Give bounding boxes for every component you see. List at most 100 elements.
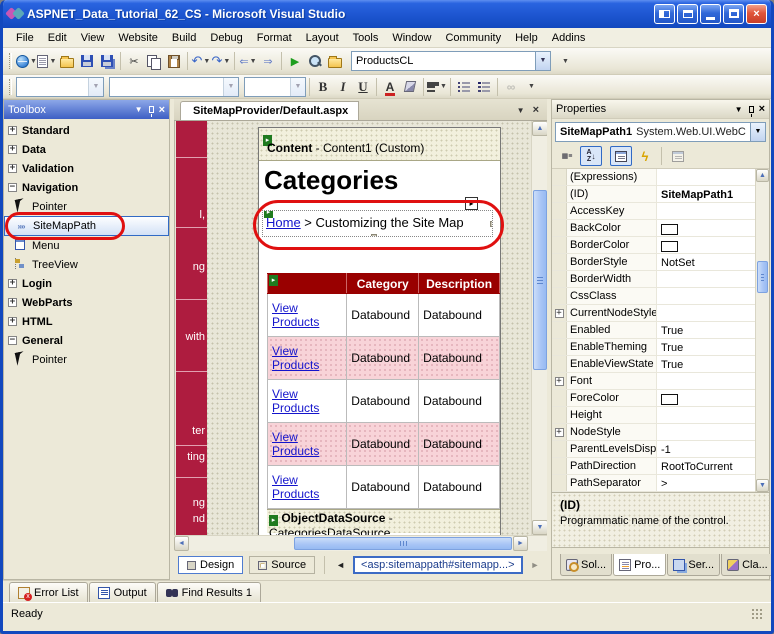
categorized-button[interactable]: ▦≡ (556, 146, 578, 166)
add-new-item-button[interactable]: ▼ (37, 51, 57, 72)
toolbox-group-login[interactable]: +Login (4, 274, 169, 293)
navigate-forward-button[interactable]: ⇒ (258, 51, 278, 72)
property-row-currentnodestyle[interactable]: +CurrentNodeStyle (552, 305, 769, 322)
properties-header[interactable]: Properties ▼ × (552, 100, 769, 119)
property-row-enabled[interactable]: EnabledTrue (552, 322, 769, 339)
maximize-button[interactable] (723, 4, 744, 24)
resize-handle[interactable] (371, 234, 377, 237)
scroll-left-icon[interactable]: ◄ (174, 536, 189, 551)
copy-button[interactable] (144, 51, 164, 72)
menu-help[interactable]: Help (508, 30, 545, 46)
expand-icon[interactable]: + (8, 164, 17, 173)
tag-navigator-right-icon[interactable]: ► (529, 560, 542, 570)
toolbox-group-standard[interactable]: +Standard (4, 121, 169, 140)
property-row-pathseparator[interactable]: PathSeparator> (552, 475, 769, 492)
open-containing-button[interactable] (325, 51, 345, 72)
menu-file[interactable]: File (9, 30, 41, 46)
tab-list-icon[interactable]: ▼ (517, 106, 525, 115)
menu-build[interactable]: Build (165, 30, 203, 46)
toolbox-group-html[interactable]: +HTML (4, 312, 169, 331)
close-icon[interactable]: × (759, 103, 765, 115)
bold-button[interactable]: B (313, 76, 333, 97)
underline-button[interactable]: U (353, 76, 373, 97)
window-position-icon[interactable]: ▼ (135, 105, 143, 114)
open-file-button[interactable] (57, 51, 77, 72)
menu-debug[interactable]: Debug (203, 30, 249, 46)
window-position-icon[interactable]: ▼ (735, 105, 743, 114)
tab-find-results[interactable]: Find Results 1 (157, 582, 261, 602)
scroll-down-icon[interactable]: ▼ (756, 479, 769, 492)
gridview-control[interactable]: ▸ Category Description View Products Dat… (267, 273, 500, 509)
property-row-borderstyle[interactable]: BorderStyleNotSet (552, 254, 769, 271)
tab-properties[interactable]: Pro... (613, 554, 666, 576)
events-button[interactable]: ϟ (634, 146, 656, 166)
scroll-up-icon[interactable]: ▲ (756, 169, 769, 182)
scroll-up-icon[interactable]: ▲ (532, 121, 547, 136)
target-rule-combobox[interactable]: ▼ (16, 77, 104, 97)
property-row-nodestyle[interactable]: +NodeStyle (552, 424, 769, 441)
menu-view[interactable]: View (74, 30, 112, 46)
numbered-list-button[interactable] (474, 76, 494, 97)
toolbox-group-general[interactable]: −General (4, 331, 169, 350)
alphabetical-button[interactable]: AZ↓ (580, 146, 602, 166)
property-row-parentlevelsdisplayed[interactable]: ParentLevelsDispl-1 (552, 441, 769, 458)
toolbox-item-pointer-general[interactable]: Pointer (4, 350, 169, 369)
tab-class-view[interactable]: Cla... (721, 554, 774, 576)
scrollbar-thumb[interactable] (533, 190, 547, 370)
property-row-expressions[interactable]: (Expressions) (552, 169, 769, 186)
toolbox-item-treeview[interactable]: TreeView (4, 255, 169, 274)
content-placeholder[interactable]: ▸ Content - Content1 (Custom) Categories… (258, 127, 501, 535)
minimize-button[interactable] (700, 4, 721, 24)
view-products-link[interactable]: View Products (272, 344, 319, 372)
hyperlink-button[interactable]: ∞ (501, 76, 521, 97)
property-row-forecolor[interactable]: ForeColor (552, 390, 769, 407)
save-all-button[interactable] (97, 51, 117, 72)
toolbar-grip[interactable] (9, 79, 12, 95)
paste-button[interactable] (164, 51, 184, 72)
menu-addins[interactable]: Addins (545, 30, 593, 46)
property-row-enabletheming[interactable]: EnableThemingTrue (552, 339, 769, 356)
toolbox-item-sitemappath[interactable]: »»SiteMapPath (4, 216, 169, 236)
tab-server-explorer[interactable]: Ser... (667, 554, 720, 576)
object-selector-combobox[interactable]: SiteMapPath1 System.Web.UI.WebC ▼ (555, 122, 766, 142)
close-document-icon[interactable]: × (533, 104, 539, 116)
menu-format[interactable]: Format (250, 30, 299, 46)
design-surface[interactable]: l, ng with ter ting ng nd ▸ Content - Co… (174, 121, 547, 535)
title-bar[interactable]: ASPNET_Data_Tutorial_62_CS - Microsoft V… (3, 0, 771, 28)
property-row-borderwidth[interactable]: BorderWidth (552, 271, 769, 288)
view-products-link[interactable]: View Products (272, 301, 319, 329)
cut-button[interactable]: ✂ (124, 51, 144, 72)
tab-solution-explorer[interactable]: Sol... (560, 554, 612, 576)
tag-navigator-left-icon[interactable]: ◄ (334, 560, 347, 570)
source-view-button[interactable]: Source (249, 556, 315, 574)
property-row-height[interactable]: Height (552, 407, 769, 424)
auto-hide-pin-icon[interactable] (749, 106, 754, 113)
properties-view-button[interactable] (610, 146, 632, 166)
highlight-button[interactable] (400, 76, 420, 97)
editor-horizontal-scrollbar[interactable]: ◄ ► (174, 535, 547, 551)
tag-navigator-current[interactable]: <asp:sitemappath#sitemapp...> (353, 556, 522, 574)
dock-button[interactable] (677, 4, 698, 24)
font-size-combobox[interactable]: ▼ (244, 77, 306, 97)
undo-button[interactable]: ↶▼ (191, 51, 211, 72)
expand-icon[interactable]: + (8, 298, 17, 307)
expand-icon[interactable]: + (8, 145, 17, 154)
font-name-combobox[interactable]: ▼ (109, 77, 239, 97)
toolbox-group-navigation[interactable]: −Navigation (4, 178, 169, 197)
content-control-header[interactable]: ▸ Content - Content1 (Custom) (259, 128, 500, 161)
run-target-combobox[interactable]: ProductsCL ▼ (351, 51, 551, 71)
design-view-button[interactable]: Design (178, 556, 243, 574)
property-row-bordercolor[interactable]: BorderColor (552, 237, 769, 254)
save-button[interactable] (77, 51, 97, 72)
property-row-id[interactable]: (ID)SiteMapPath1 (552, 186, 769, 203)
start-debug-button[interactable]: ▶ (285, 51, 305, 72)
property-pages-button[interactable] (667, 146, 689, 166)
toolbox-group-webparts[interactable]: +WebParts (4, 293, 169, 312)
resize-grip[interactable] (751, 608, 763, 620)
expand-icon[interactable]: + (555, 377, 564, 386)
expand-icon[interactable]: + (555, 309, 564, 318)
property-row-pathdirection[interactable]: PathDirectionRootToCurrent (552, 458, 769, 475)
preview-browser-button[interactable] (305, 51, 325, 72)
collapse-icon[interactable]: − (8, 183, 17, 192)
scroll-right-icon[interactable]: ► (513, 536, 528, 551)
